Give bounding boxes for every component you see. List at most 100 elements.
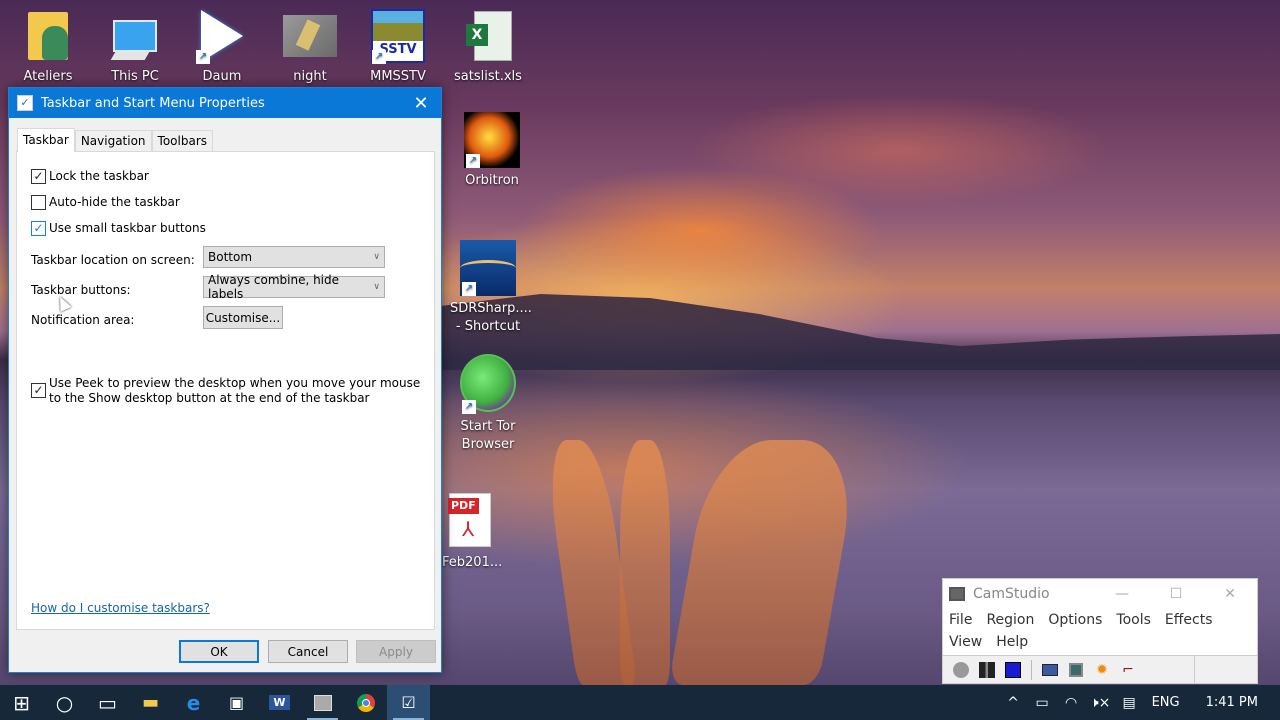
taskbar-tab-panel: ✓ Lock the taskbar Auto-hide the taskbar…	[16, 151, 435, 630]
menu-effects[interactable]: Effects	[1165, 609, 1213, 631]
desktop-icon-daum[interactable]: ↗ Daum	[184, 8, 260, 86]
desktop-icon-label: This PC	[111, 69, 159, 84]
tab-navigation[interactable]: Navigation	[74, 130, 152, 151]
menu-help[interactable]: Help	[996, 631, 1028, 653]
computer-icon	[107, 8, 163, 64]
taskbar-properties-dialog: ✓ Taskbar and Start Menu Properties ✕ Ta…	[8, 87, 442, 673]
desktop-icon-orbitron[interactable]: ↗ Orbitron	[454, 112, 530, 190]
taskbar: ⊞ ○ ▭ ▬ e ▣ W ☑ ^ ▭ ◠ 🕨× ▤ ENG 1:41 PM	[0, 685, 1280, 720]
wifi-icon[interactable]: ◠	[1057, 695, 1086, 711]
stop-icon[interactable]	[1003, 661, 1023, 679]
action-center-icon[interactable]: ▤	[1115, 695, 1144, 711]
camstudio-taskbar-button[interactable]	[301, 685, 344, 720]
shortcut-arrow-icon: ↗	[466, 154, 480, 168]
battery-icon[interactable]: ▭	[1028, 695, 1057, 711]
small-buttons-option[interactable]: ✓ Use small taskbar buttons	[31, 221, 206, 236]
auto-hide-label: Auto-hide the taskbar	[49, 195, 180, 209]
taskbar-properties-taskbar-button[interactable]: ☑	[387, 685, 430, 720]
auto-hide-checkbox[interactable]	[31, 195, 46, 210]
orbitron-icon: ↗	[464, 112, 520, 168]
task-view-button[interactable]: ▭	[86, 685, 129, 720]
chevron-down-icon: ∨	[373, 252, 380, 262]
wallpaper-river-right	[668, 440, 862, 685]
desktop-icon-label: satslist.xls	[454, 69, 522, 84]
apply-button[interactable]: Apply	[356, 640, 436, 663]
start-button[interactable]: ⊞	[0, 685, 43, 720]
lock-taskbar-checkbox[interactable]: ✓	[31, 169, 46, 184]
peek-checkbox[interactable]: ✓	[31, 383, 46, 398]
sstv-icon: SSTV ↗	[370, 8, 426, 64]
desktop-icon-ateliers[interactable]: Ateliers	[10, 8, 86, 86]
taskbar-properties-icon: ☑	[401, 693, 416, 712]
menu-region[interactable]: Region	[986, 609, 1034, 631]
ok-button[interactable]: OK	[179, 640, 259, 663]
camstudio-window: CamStudio — ☐ ✕ File Region Options Tool…	[942, 578, 1258, 684]
camstudio-menubar: File Region Options Tools Effects View H…	[943, 609, 1257, 653]
tab-strip: Taskbar Navigation Toolbars	[17, 128, 214, 152]
help-link[interactable]: How do I customise taskbars?	[31, 601, 210, 615]
taskbar-buttons-label: Taskbar buttons:	[31, 283, 131, 297]
pause-icon[interactable]	[977, 661, 997, 679]
desktop-icon-night[interactable]: night	[272, 8, 348, 86]
dialog-title: Taskbar and Start Menu Properties	[41, 95, 265, 111]
close-button[interactable]: ✕	[1203, 586, 1257, 602]
desktop-icon-this-pc[interactable]: This PC	[97, 8, 173, 86]
auto-hide-option[interactable]: Auto-hide the taskbar	[31, 195, 180, 210]
close-button[interactable]: ✕	[401, 88, 441, 118]
clock[interactable]: 1:41 PM	[1194, 695, 1280, 710]
menu-view[interactable]: View	[949, 631, 982, 653]
region-icon[interactable]	[1040, 661, 1060, 679]
taskbar-location-value: Bottom	[208, 250, 253, 264]
maximize-button[interactable]: ☐	[1149, 586, 1203, 602]
menu-options[interactable]: Options	[1048, 609, 1102, 631]
record-icon[interactable]	[951, 661, 971, 679]
shortcut-arrow-icon: ↗	[462, 282, 476, 296]
desktop-icon-label: night	[293, 69, 327, 84]
store-button[interactable]: ▣	[215, 685, 258, 720]
desktop-icon-sdrsharp[interactable]: ↗ SDRSharp.... - Shortcut	[450, 240, 532, 336]
desktop-icon-tor-browser[interactable]: ↗ Start Tor Browser	[450, 352, 526, 454]
small-buttons-checkbox[interactable]: ✓	[31, 221, 46, 236]
tab-taskbar[interactable]: Taskbar	[17, 128, 75, 152]
menu-tools[interactable]: Tools	[1116, 609, 1151, 631]
edge-icon: e	[186, 690, 201, 715]
volume-muted-icon[interactable]: 🕨×	[1086, 695, 1115, 711]
desktop-icon-label: MMSSTV	[370, 69, 426, 84]
shortcut-arrow-icon: ↗	[462, 400, 476, 414]
taskbar-properties-app-icon: ✓	[17, 95, 33, 111]
desktop-icon-satslist[interactable]: X satslist.xls	[450, 8, 526, 86]
taskbar-location-label: Taskbar location on screen:	[31, 253, 195, 267]
screen-icon[interactable]	[1066, 661, 1086, 679]
excel-file-icon: X	[460, 8, 516, 64]
input-language-indicator[interactable]: ENG	[1144, 695, 1194, 710]
taskbar-location-select[interactable]: Bottom ∨	[203, 246, 385, 268]
camstudio-titlebar[interactable]: CamStudio — ☐ ✕	[943, 579, 1257, 609]
peek-option[interactable]: ✓ Use Peek to preview the desktop when y…	[31, 376, 421, 406]
taskbar-buttons-select[interactable]: Always combine, hide labels ∨	[203, 273, 385, 301]
lock-taskbar-option[interactable]: ✓ Lock the taskbar	[31, 169, 149, 184]
dialog-titlebar[interactable]: ✓ Taskbar and Start Menu Properties ✕	[9, 88, 441, 118]
toolbar-divider	[1194, 655, 1195, 684]
toolbar-separator	[1031, 659, 1032, 680]
cortana-button[interactable]: ○	[43, 685, 86, 720]
minimize-button[interactable]: —	[1095, 586, 1149, 602]
cortana-circle-icon: ○	[55, 690, 74, 715]
menu-file[interactable]: File	[949, 609, 972, 631]
pdf-file-icon: PDF ⅄	[440, 490, 496, 550]
show-hidden-icons-chevron-icon[interactable]: ^	[999, 695, 1028, 711]
autopan-icon[interactable]: ⌐	[1118, 661, 1138, 679]
notification-area-label: Notification area:	[31, 313, 135, 327]
effects-icon[interactable]: ✹	[1092, 661, 1112, 679]
file-explorer-button[interactable]: ▬	[129, 685, 172, 720]
edge-button[interactable]: e	[172, 685, 215, 720]
customise-button[interactable]: Customise...	[203, 306, 283, 329]
camstudio-title: CamStudio	[973, 586, 1050, 602]
desktop-icon-mmsstv[interactable]: SSTV ↗ MMSSTV	[360, 8, 436, 86]
chrome-button[interactable]	[344, 685, 387, 720]
peek-label: Use Peek to preview the desktop when you…	[49, 376, 421, 405]
tab-toolbars[interactable]: Toolbars	[151, 130, 214, 151]
sdrsharp-icon: ↗	[460, 240, 516, 296]
word-button[interactable]: W	[258, 685, 301, 720]
daum-player-icon: ↗	[194, 8, 250, 64]
cancel-button[interactable]: Cancel	[268, 640, 348, 663]
